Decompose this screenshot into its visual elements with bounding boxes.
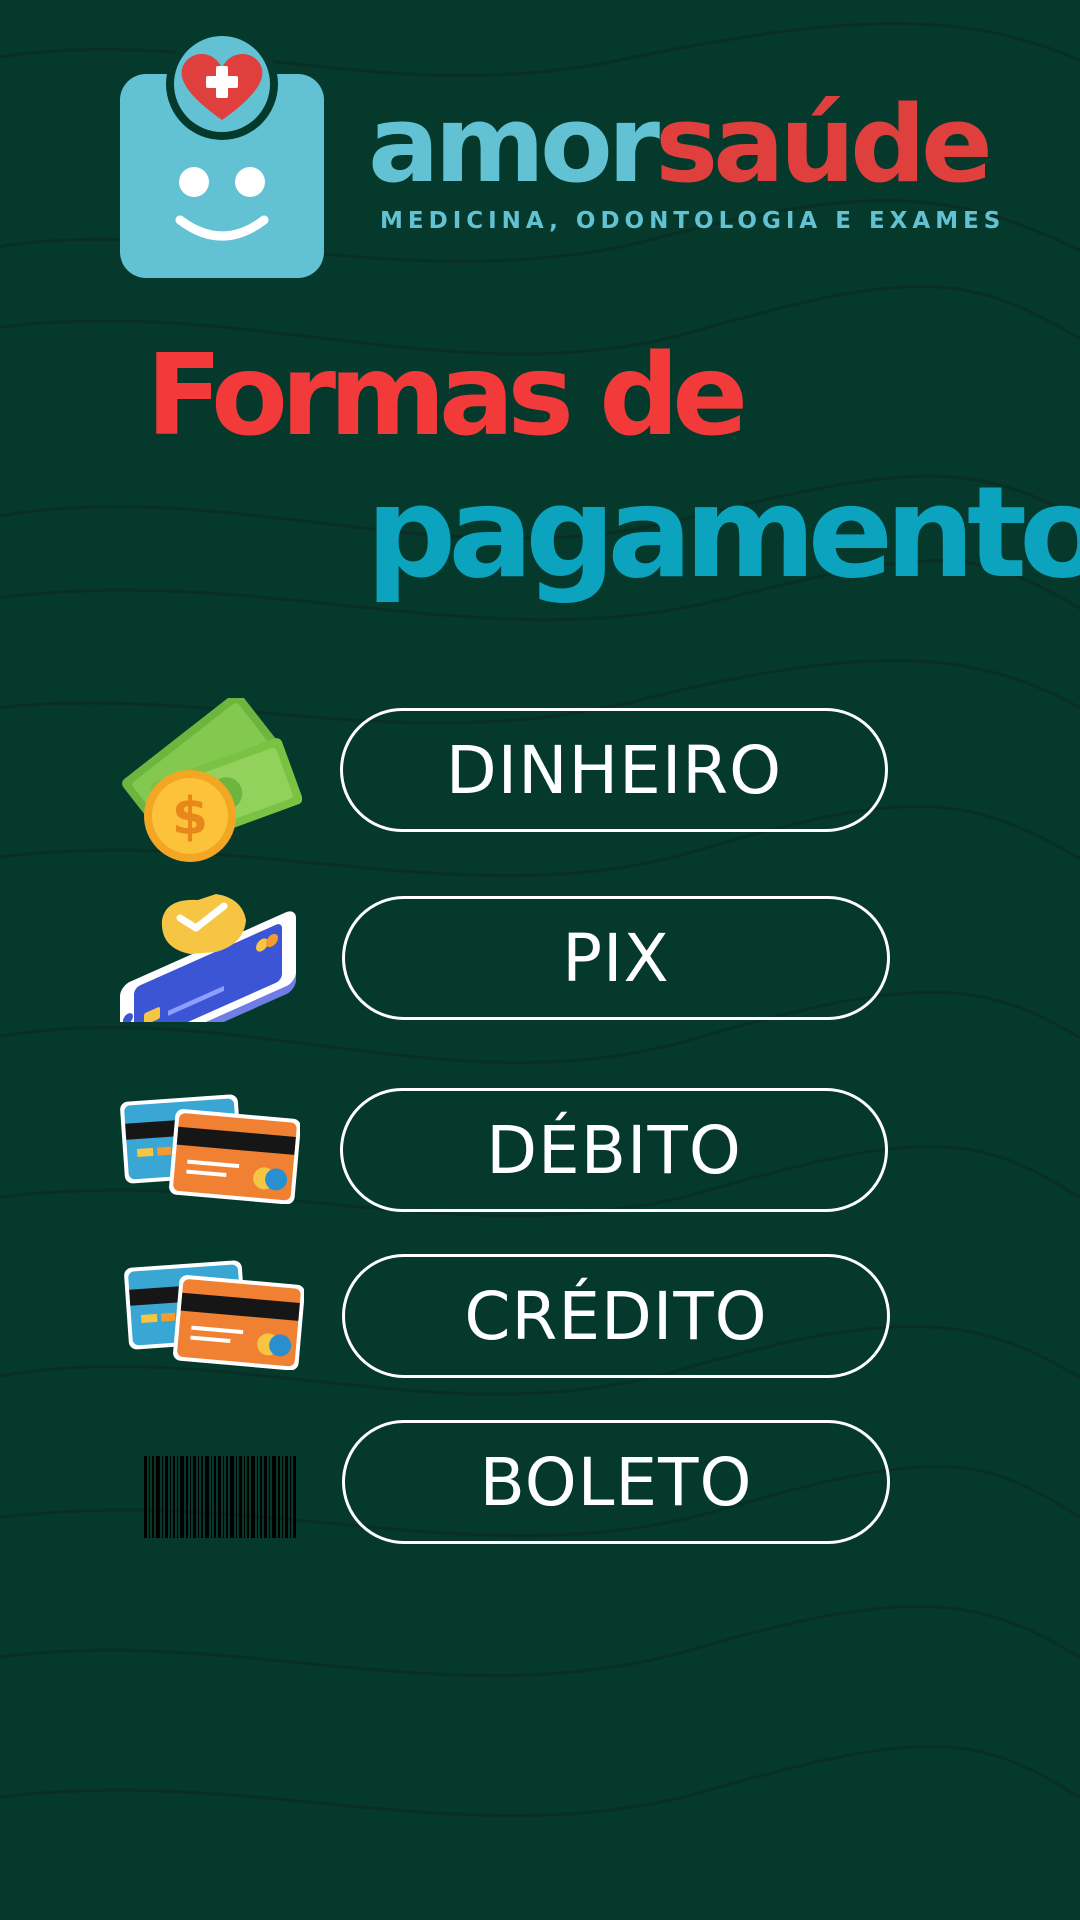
brand-name-part1: amor	[368, 83, 660, 206]
page-title-line2: pagamento	[366, 459, 1080, 606]
cash-coin-icon: $	[122, 698, 302, 862]
payment-option-credito-button[interactable]: CRÉDITO	[342, 1254, 890, 1378]
barcode-icon	[144, 1456, 296, 1538]
payment-option-boleto-button[interactable]: BOLETO	[342, 1420, 890, 1544]
credit-cards-icon	[124, 1260, 304, 1370]
page-title-line1: Formas de	[146, 331, 748, 461]
brand-logo-text: amorsaúde MEDICINA, ODONTOLOGIA E EXAMES	[368, 92, 1008, 235]
svg-text:$: $	[172, 787, 208, 847]
phone-pix-icon	[120, 894, 296, 1022]
brand-tagline: MEDICINA, ODONTOLOGIA E EXAMES	[380, 208, 1006, 234]
brand-name: amorsaúde	[368, 92, 1008, 198]
brand-name-part2: saúde	[655, 83, 993, 206]
payment-option-debito-button[interactable]: DÉBITO	[340, 1088, 888, 1212]
payment-option-pix-button[interactable]: PIX	[342, 896, 890, 1020]
payment-option-dinheiro-button[interactable]: DINHEIRO	[340, 708, 888, 832]
smiling-clipboard-heart-icon	[120, 28, 324, 278]
debit-cards-icon	[120, 1094, 300, 1204]
